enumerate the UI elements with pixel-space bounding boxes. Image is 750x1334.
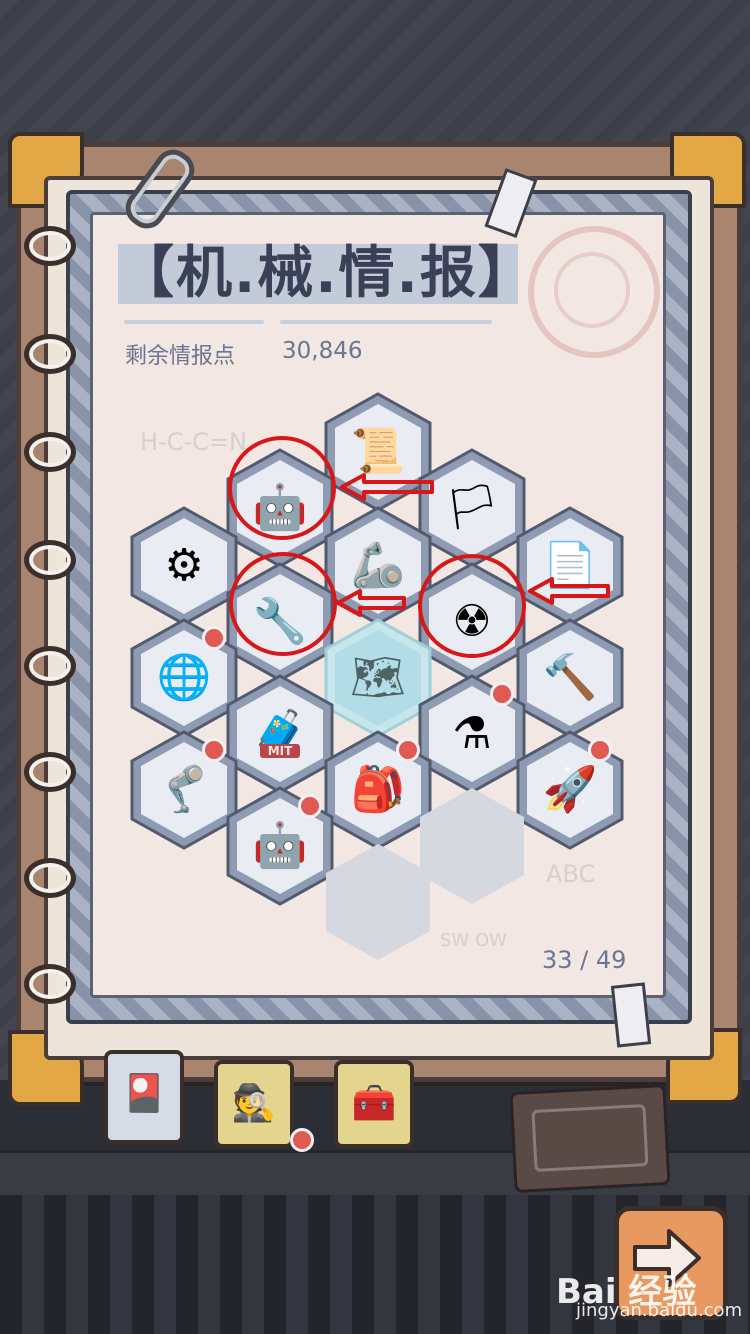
sketch-abc: ABC bbox=[546, 860, 596, 888]
intel-card-icon: 🎴 bbox=[121, 1073, 167, 1114]
tab-intel-cards[interactable]: 🎴 bbox=[104, 1050, 184, 1144]
binder-ring-icon bbox=[24, 646, 76, 686]
highlight-circle bbox=[229, 552, 337, 656]
left-arrow-icon bbox=[336, 589, 406, 617]
sketch-swow: SW OW bbox=[440, 930, 507, 951]
mech-suit-icon: 🦿 bbox=[156, 764, 212, 815]
binder-ring-icon bbox=[24, 432, 76, 472]
blueprint-icon: 🗺 bbox=[350, 652, 406, 703]
intel-points-value: 30,846 bbox=[282, 338, 363, 364]
divider bbox=[124, 320, 264, 324]
binder-ring-icon bbox=[24, 858, 76, 898]
binder-ring-icon bbox=[24, 540, 76, 580]
binder-ring-icon bbox=[24, 334, 76, 374]
notification-dot bbox=[396, 738, 420, 762]
notification-dot bbox=[202, 738, 226, 762]
tab-chest[interactable]: 🧰 bbox=[334, 1060, 414, 1148]
flag-icon: 🏳 bbox=[444, 482, 500, 533]
binder-ring-icon bbox=[24, 964, 76, 1004]
highlight-circle bbox=[418, 554, 526, 658]
machine-icon: ⚗ bbox=[452, 708, 492, 759]
watermark-url: jingyan.baidu.com bbox=[576, 1300, 743, 1321]
tied-bag-icon: 🎒 bbox=[350, 764, 406, 815]
divider bbox=[280, 320, 492, 324]
page-title: 【机.械.情.报】 bbox=[118, 241, 536, 306]
binder-ring-icon bbox=[24, 752, 76, 792]
notification-dot bbox=[290, 1128, 314, 1152]
agent-hat-icon: 🕵 bbox=[231, 1083, 277, 1124]
drill-hand-icon: 🔨 bbox=[542, 652, 598, 703]
stamp-icon bbox=[528, 226, 660, 358]
intel-hex-locked-2 bbox=[318, 842, 438, 962]
notification-dot bbox=[588, 738, 612, 762]
intel-points-label: 剩余情报点 bbox=[125, 344, 236, 369]
collection-progress: 33 / 49 bbox=[542, 946, 627, 974]
globe-icon: 🌐 bbox=[156, 652, 212, 703]
background-crate bbox=[509, 1083, 671, 1194]
mit-case-icon: 🧳 bbox=[252, 708, 308, 759]
tape-icon bbox=[610, 982, 652, 1048]
notification-dot bbox=[298, 794, 322, 818]
notification-dot bbox=[490, 682, 514, 706]
left-arrow-icon bbox=[528, 577, 610, 605]
tab-agent[interactable]: 🕵 bbox=[214, 1060, 294, 1148]
hex-label: MIT bbox=[260, 744, 300, 758]
left-arrow-icon bbox=[340, 473, 434, 501]
spinning-wheel-icon: ⚙ bbox=[164, 540, 204, 591]
rocket-icon: 🚀 bbox=[542, 764, 598, 815]
highlight-circle bbox=[228, 436, 336, 540]
chained-chest-icon: 🧰 bbox=[351, 1083, 397, 1124]
binder-ring-icon bbox=[24, 226, 76, 266]
notification-dot bbox=[202, 626, 226, 650]
tank-robot-icon: 🤖 bbox=[252, 820, 308, 871]
